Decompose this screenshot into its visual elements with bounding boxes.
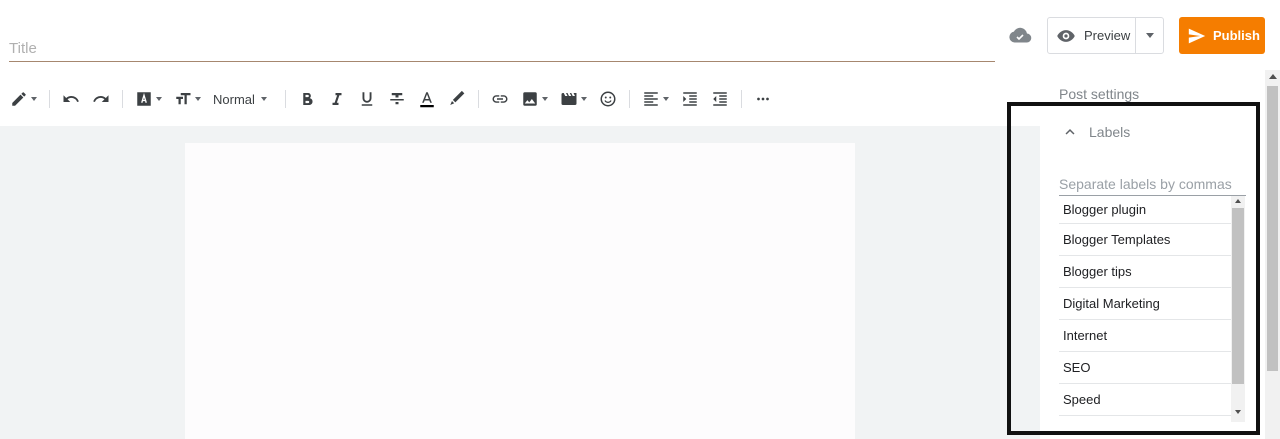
text-color-icon [420, 92, 434, 108]
preview-dropdown-button[interactable] [1136, 33, 1163, 38]
chevron-down-icon [662, 97, 669, 101]
undo-button[interactable] [62, 84, 80, 114]
outdent-button[interactable] [711, 84, 729, 114]
post-settings-heading: Post settings [1059, 86, 1140, 102]
strikethrough-icon [390, 93, 404, 105]
font-icon [137, 92, 151, 106]
indent-button[interactable] [681, 84, 699, 114]
emoji-icon [600, 91, 616, 107]
editor-body[interactable] [185, 143, 855, 439]
toolbar-divider [284, 90, 286, 108]
page-scroll-up-arrow-icon[interactable] [1269, 74, 1277, 79]
font-size-button[interactable] [174, 84, 201, 114]
text-size-icon [176, 93, 191, 105]
eye-icon [1057, 29, 1075, 42]
font-button[interactable] [135, 84, 162, 114]
highlight-button[interactable] [448, 84, 466, 114]
chevron-down-icon [541, 97, 548, 101]
strikethrough-button[interactable] [388, 84, 406, 114]
publish-button[interactable]: Publish [1179, 17, 1265, 54]
text-color-button[interactable] [418, 84, 436, 114]
more-options-button[interactable] [754, 84, 772, 114]
image-icon [523, 92, 537, 106]
send-icon [1188, 28, 1206, 43]
underline-icon [361, 92, 373, 106]
toolbar-divider [628, 90, 630, 108]
editor-toolbar: Normal [0, 72, 1040, 126]
page-scroll-thumb[interactable] [1267, 86, 1278, 371]
labels-highlight-box [1007, 102, 1260, 435]
paragraph-style-dropdown[interactable]: Normal [213, 92, 267, 107]
bold-button[interactable] [298, 84, 316, 114]
link-button[interactable] [491, 84, 509, 114]
undo-icon [63, 95, 79, 102]
emoji-button[interactable] [599, 84, 617, 114]
preview-button[interactable]: Preview [1048, 18, 1136, 53]
insert-video-button[interactable] [560, 84, 587, 114]
chevron-down-icon [195, 97, 201, 101]
preview-button-group: Preview [1047, 17, 1164, 54]
insert-image-button[interactable] [521, 84, 548, 114]
link-icon [492, 95, 508, 103]
italic-button[interactable] [328, 84, 346, 114]
bold-icon [303, 93, 313, 106]
paragraph-style-label: Normal [213, 91, 255, 107]
video-icon [561, 93, 577, 105]
chevron-down-icon [580, 97, 587, 101]
toolbar-divider [477, 90, 479, 108]
chevron-down-icon [260, 97, 267, 101]
redo-icon [93, 95, 109, 102]
outdent-icon [713, 92, 727, 106]
compose-mode-button[interactable] [10, 84, 37, 114]
toolbar-divider [740, 90, 742, 108]
chevron-down-icon [1145, 33, 1154, 38]
chevron-down-icon [31, 97, 37, 101]
chevron-down-icon [156, 97, 162, 101]
align-left-icon [644, 92, 658, 106]
toolbar-divider [49, 90, 50, 108]
align-button[interactable] [642, 84, 669, 114]
redo-button[interactable] [92, 84, 110, 114]
post-title-input[interactable] [9, 36, 995, 62]
cloud-saved-icon [1008, 25, 1032, 45]
preview-label: Preview [1084, 28, 1131, 43]
italic-icon [332, 93, 342, 105]
toolbar-divider [122, 90, 123, 108]
more-horizontal-icon [757, 97, 769, 101]
indent-icon [683, 92, 697, 106]
pencil-icon [12, 92, 26, 106]
highlighter-icon [450, 90, 465, 105]
publish-label: Publish [1213, 28, 1260, 43]
underline-button[interactable] [358, 84, 376, 114]
